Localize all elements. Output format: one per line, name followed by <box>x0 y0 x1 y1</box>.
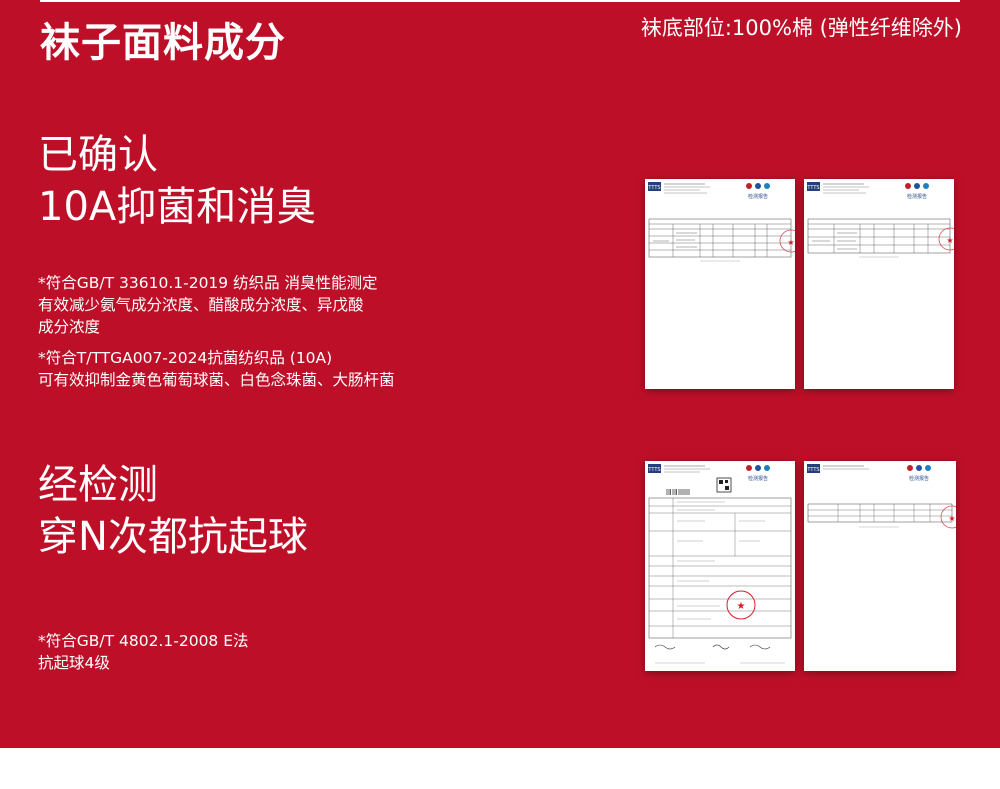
section2-note-line1: *符合GB/T 4802.1-2008 E法 <box>38 632 249 650</box>
section2-note-line2: 抗起球4级 <box>38 654 110 672</box>
section2-heading-line2: 穿N次都抗起球 <box>38 514 308 560</box>
section1-note2-line1: *符合T/TTGA007-2024抗菌纺织品 (10A) <box>38 349 333 367</box>
lab-logo-text: TTTS <box>806 185 819 191</box>
report-pilling-cover-image: TTTS 检测报告 ★ <box>645 461 795 671</box>
section2-heading-line1: 经检测 <box>38 462 158 508</box>
bottom-blank-area <box>0 748 1000 789</box>
report-title-text: 检测报告 <box>909 475 929 482</box>
section1-note1-line3: 成分浓度 <box>38 318 101 336</box>
report-title-text: 检测报告 <box>748 475 768 482</box>
main-panel: 袜子面料成分 袜底部位:100%棉 (弹性纤维除外) 已确认 10A抑菌和消臭 … <box>0 0 1000 748</box>
report-title-text: 检测报告 <box>748 193 768 200</box>
svg-text:★: ★ <box>787 238 794 247</box>
lab-logo-text: TTTS <box>806 467 819 473</box>
top-divider <box>40 0 960 2</box>
report-pilling-result-image: TTTS 检测报告 ★ <box>804 461 956 671</box>
page-title: 袜子面料成分 <box>40 20 286 66</box>
report-title-text: 检测报告 <box>907 193 927 200</box>
lab-logo-text: TTTS <box>647 185 660 191</box>
svg-text:★: ★ <box>946 236 953 245</box>
lab-logo-text: TTTS <box>647 467 660 473</box>
svg-text:★: ★ <box>737 601 746 612</box>
section1-note2-line2: 可有效抑制金黄色葡萄球菌、白色念珠菌、大肠杆菌 <box>38 371 395 389</box>
composition-text: 袜底部位:100%棉 (弹性纤维除外) <box>640 16 962 40</box>
report-deodorant-image: TTTS 检测报告 ★ <box>645 179 795 389</box>
section1-heading-line2: 10A抑菌和消臭 <box>38 184 317 230</box>
section1-note1-line2: 有效减少氨气成分浓度、醋酸成分浓度、异戊酸 <box>38 296 364 314</box>
section1-note1-line1: *符合GB/T 33610.1-2019 纺织品 消臭性能测定 <box>38 274 378 292</box>
section1-heading-line1: 已确认 <box>38 132 158 178</box>
svg-text:★: ★ <box>948 514 955 523</box>
report-antibacterial-image: TTTS 检测报告 ★ <box>804 179 954 389</box>
